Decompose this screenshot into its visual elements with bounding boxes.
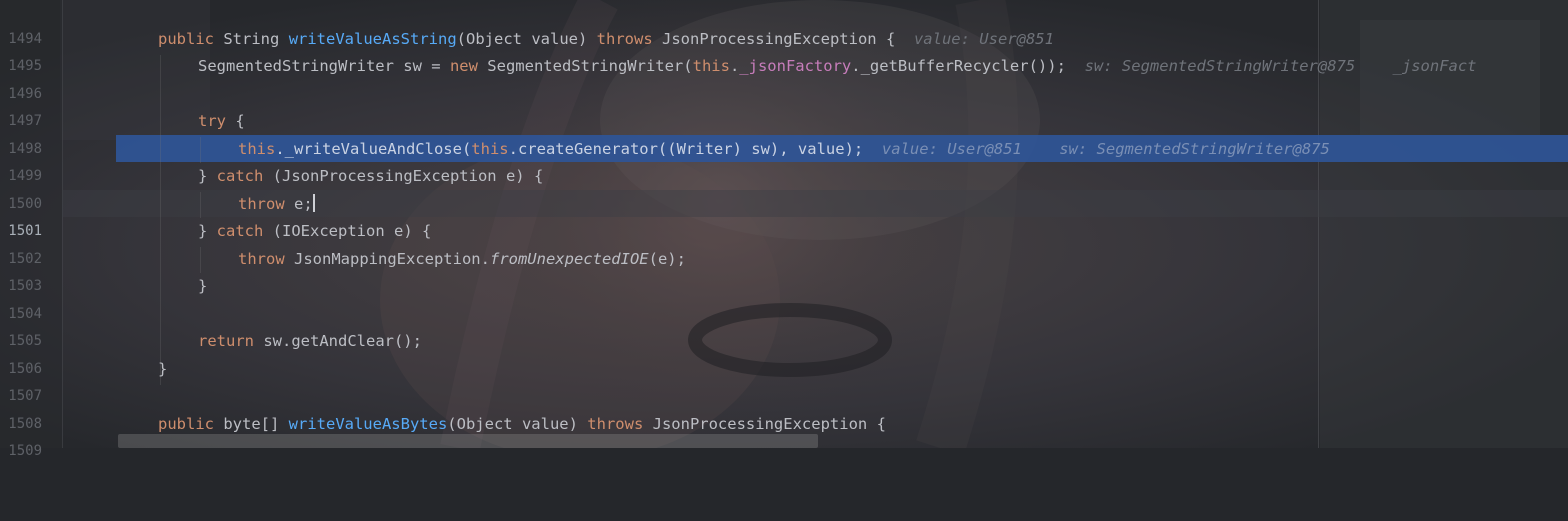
code-line-current[interactable]: 1501 throw e; [0, 191, 1568, 239]
code-line[interactable]: 1507 } [0, 356, 1568, 405]
code-line[interactable]: 1505 [0, 301, 1568, 349]
text-caret [312, 193, 315, 212]
code-line[interactable]: 1500 } catch (JsonProcessingException e)… [0, 163, 1568, 212]
inline-debug-value: sw: SegmentedStringWriter@875 [1059, 139, 1330, 158]
inline-debug-value: _jsonFact [1392, 57, 1477, 75]
code-text: public String writeValueAsString(Object … [158, 29, 1054, 48]
inline-debug-value: sw: SegmentedStringWriter@875 [1084, 57, 1356, 75]
field-reference: _jsonFactory [739, 57, 852, 75]
code-text: } [158, 359, 168, 378]
code-line[interactable]: 1496 SegmentedStringWriter sw = new Segm… [0, 53, 1568, 102]
code-line[interactable]: 1504 } [0, 273, 1568, 322]
code-line[interactable]: 1506 return sw.getAndClear(); [0, 328, 1568, 377]
code-text: } catch (JsonProcessingException e) { [198, 167, 544, 185]
code-text: try { [198, 112, 245, 130]
code-line-execution-point[interactable]: 1499 this._writeValueAndClose(this.creat… [0, 136, 1568, 185]
method-name: writeValueAsString [288, 29, 457, 48]
static-method-call: fromUnexpectedIOE [489, 249, 649, 268]
code-editor[interactable]: 1494 1495 public String writeValueAsStri… [0, 0, 1568, 460]
code-text: throw e; [238, 193, 315, 213]
code-line[interactable]: 1502 } catch (IOException e) { [0, 218, 1568, 267]
code-line[interactable]: 1508 [0, 383, 1568, 432]
code-text: return sw.getAndClear(); [198, 332, 422, 350]
code-text: } [198, 277, 208, 295]
code-line[interactable]: 1503 throw JsonMappingException.fromUnex… [0, 246, 1568, 295]
line-number: 1509 [8, 443, 42, 459]
inline-debug-value: value: User@851 [881, 139, 1022, 158]
code-line[interactable]: 1494 [0, 0, 1568, 47]
horizontal-scrollbar[interactable] [118, 434, 818, 448]
code-line[interactable]: 1498 try { [0, 108, 1568, 157]
inline-debug-value: value: User@851 [913, 29, 1054, 48]
code-text: } catch (IOException e) { [198, 222, 432, 240]
code-line[interactable]: 1497 [0, 81, 1568, 129]
code-text: this._writeValueAndClose(this.createGene… [238, 139, 1330, 158]
code-text: throw JsonMappingException.fromUnexpecte… [238, 249, 686, 268]
method-name: writeValueAsBytes [288, 414, 448, 433]
code-text: SegmentedStringWriter sw = new Segmented… [198, 57, 1477, 75]
code-line[interactable]: 1495 public String writeValueAsString(Ob… [0, 26, 1568, 75]
